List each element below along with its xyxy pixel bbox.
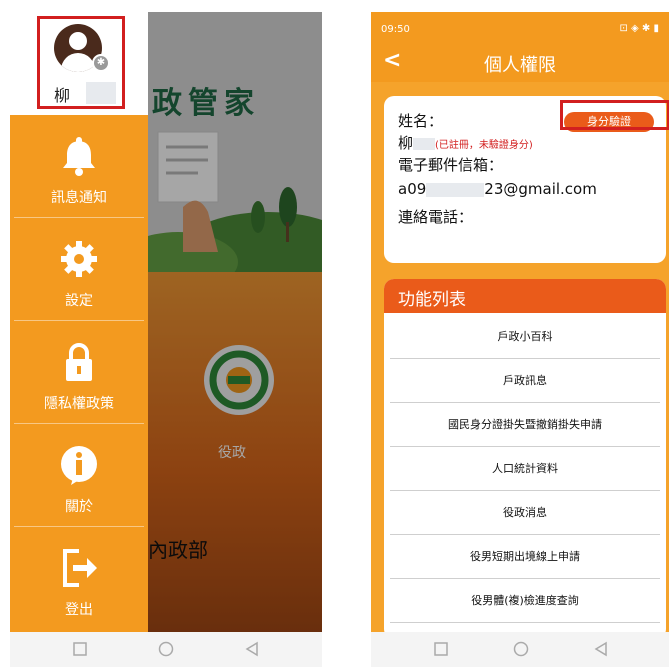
redacted-name [413,137,436,150]
menu-label-settings: 設定 [65,293,93,309]
info-icon [61,446,97,485]
redacted-email [426,182,485,197]
app-bar: < 個人權限 [371,44,669,82]
menu-label-notifications: 訊息通知 [51,190,107,206]
home-button[interactable] [158,641,174,657]
drawer-menu: 訊息通知 設定 隱私權政策 關於 登出 [10,115,148,632]
function-item-household-news[interactable]: 戶政訊息 [390,359,660,403]
android-nav-bar [371,632,669,667]
status-time: 09:50 [381,24,410,35]
status-bar: 09:50 ⊡ ◈ ✱ ▮ [371,12,669,44]
function-item-population-stats[interactable]: 人口統計資料 [390,447,660,491]
phone-label: 連絡電話： [398,208,474,226]
function-item-military-news[interactable]: 役政消息 [390,491,660,535]
function-item-household-encyclopedia[interactable]: 戶政小百科 [390,315,660,359]
name-value-row: 柳 (已註冊，未驗證身分) [398,132,533,153]
function-list-title: 功能列表 [398,290,466,310]
function-list-card: 功能列表 戶政小百科 戶政訊息 國民身分證掛失暨撤銷掛失申請 人口統計資料 役政… [384,279,666,639]
menu-item-privacy[interactable]: 隱私權政策 [14,321,144,424]
back-nav-button[interactable] [593,641,609,657]
profile-card: 姓名： 身分驗證 柳 (已註冊，未驗證身分) 電子郵件信箱： a09 23@gmai… [384,96,669,263]
background-app-screen: 政管家 役政 內政部 [148,12,322,632]
highlight-box-user [37,16,125,109]
function-item-id-card-loss[interactable]: 國民身分證掛失暨撤銷掛失申請 [390,403,660,447]
email-suffix: 23@gmail.com [484,180,597,198]
left-phone-screen: 政管家 役政 內政部 ✱ 柳 訊息通知 設定 隱私權政策 關於 登出 [10,12,322,667]
lock-icon [66,343,92,381]
name-value: 柳 [398,134,414,152]
menu-label-privacy: 隱私權政策 [44,396,114,412]
menu-label-logout: 登出 [65,602,93,618]
highlight-box-verify [560,100,669,130]
drawer-overlay-scrim[interactable] [148,12,322,632]
email-value-row: a09 23@gmail.com [398,180,597,198]
registration-status-note: (已註冊，未驗證身分) [435,140,533,151]
home-button[interactable] [513,641,529,657]
menu-label-about: 關於 [65,499,93,515]
function-list-header: 功能列表 [384,279,666,313]
menu-item-logout[interactable]: 登出 [14,527,144,630]
menu-item-notifications[interactable]: 訊息通知 [14,115,144,218]
name-label: 姓名： [398,112,444,130]
function-item-short-exit-application[interactable]: 役男短期出境線上申請 [390,535,660,579]
menu-item-settings[interactable]: 設定 [14,218,144,321]
page-title: 個人權限 [484,55,556,76]
recent-apps-button[interactable] [433,641,449,657]
back-nav-button[interactable] [244,641,260,657]
recent-apps-button[interactable] [72,641,88,657]
drawer-user-header: ✱ 柳 [10,12,148,115]
right-phone-screen: 09:50 ⊡ ◈ ✱ ▮ < 個人權限 姓名： 身分驗證 柳 (已註冊，未驗證身… [371,12,669,667]
logout-icon [63,549,97,587]
gear-icon [61,241,97,277]
email-label: 電子郵件信箱： [398,156,504,174]
android-nav-bar [10,632,322,667]
menu-item-about[interactable]: 關於 [14,424,144,527]
bell-icon [63,137,95,176]
function-item-exam-progress[interactable]: 役男體(複)檢進度查詢 [390,579,660,623]
status-icons: ⊡ ◈ ✱ ▮ [619,23,660,34]
email-prefix: a09 [398,180,427,198]
